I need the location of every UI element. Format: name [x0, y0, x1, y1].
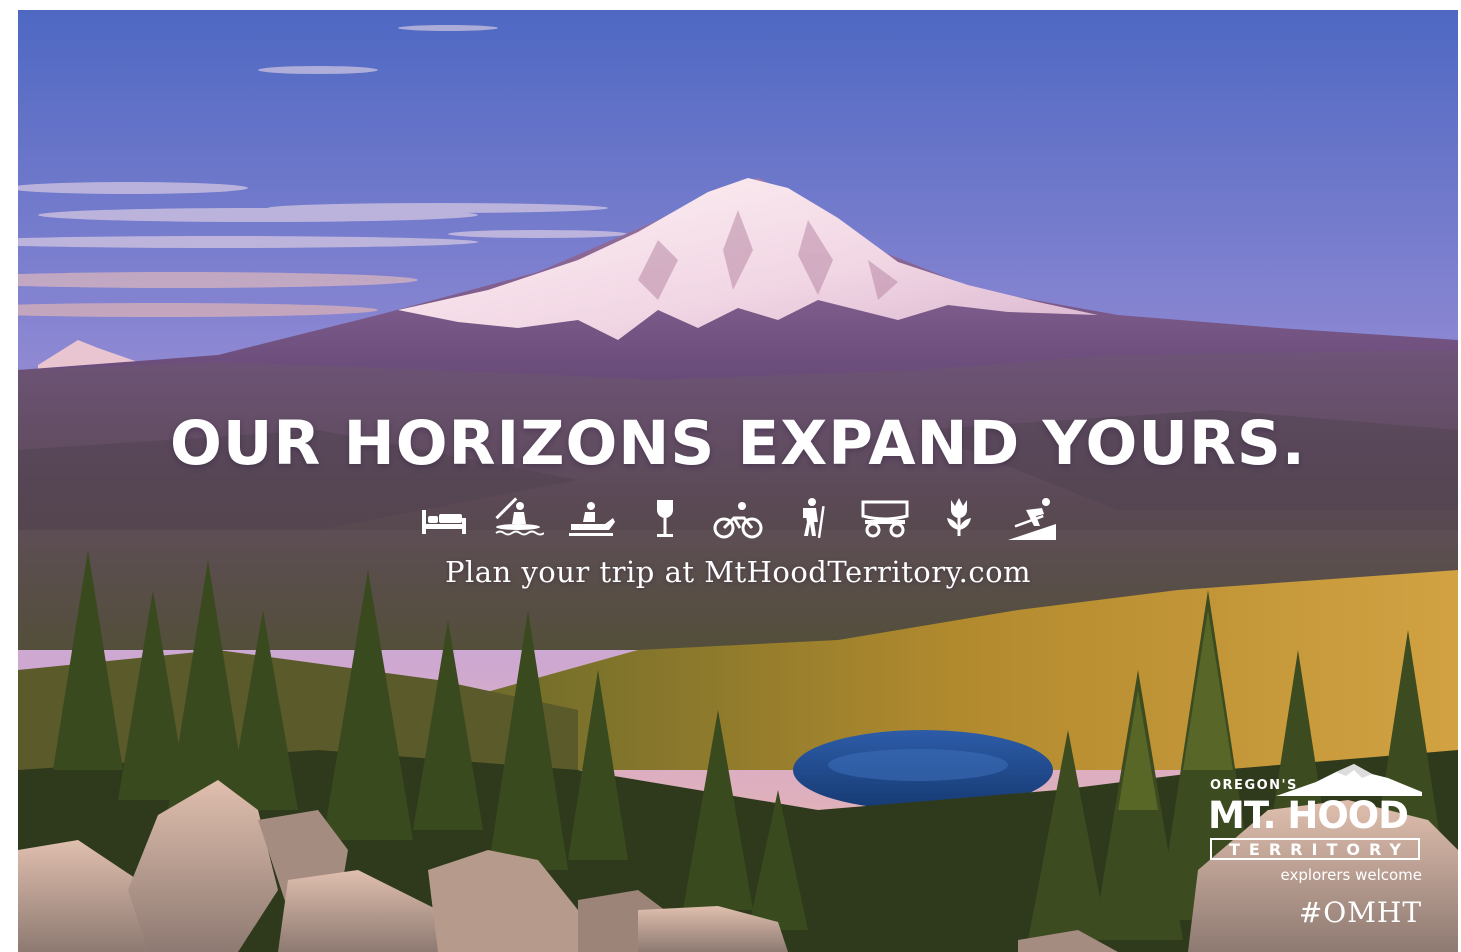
hashtag: #OMHT [1298, 896, 1422, 929]
tulip-icon [933, 496, 985, 540]
logo-mt-hood: MT. HOOD [1208, 794, 1409, 837]
bed-icon [418, 496, 470, 540]
tagline: Plan your trip at MtHoodTerritory.com [444, 555, 1032, 589]
logo-explorers-welcome: explorers welcome [1280, 866, 1422, 884]
wine-glass-icon [639, 496, 691, 540]
skier-icon [1006, 496, 1058, 540]
covered-wagon-icon [859, 496, 911, 540]
snowmobile-icon [565, 496, 617, 540]
activity-icon-row [418, 494, 1058, 540]
headline: OUR HORIZONS EXPAND YOURS. [170, 408, 1306, 479]
bicycle-icon [712, 496, 764, 540]
hiker-icon [786, 496, 838, 540]
logo-territory: TERRITORY [1210, 838, 1420, 860]
kayak-icon [492, 496, 544, 540]
poster: OUR HORIZONS EXPAND YOURS. Plan your tri… [18, 10, 1458, 952]
mt-hood-territory-logo: OREGON'S MT. HOOD TERRITORY explorers we… [1206, 762, 1422, 942]
logo-oregons: OREGON'S [1210, 778, 1298, 793]
mountain-peak-icon [1276, 764, 1422, 796]
